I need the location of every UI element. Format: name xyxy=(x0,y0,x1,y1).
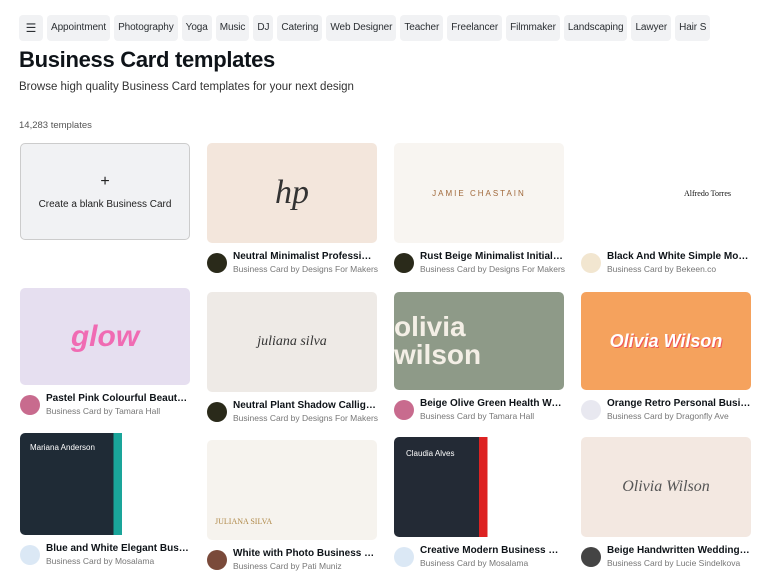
template-creator: Business Card by Lucie Sindelkova xyxy=(607,558,741,568)
template-thumbnail[interactable]: Mariana Anderson xyxy=(20,433,190,535)
thumbnail-text: glow xyxy=(70,319,140,353)
filter-chip[interactable]: Freelancer xyxy=(447,15,503,41)
creator-avatar xyxy=(394,399,414,420)
template-title[interactable]: Neutral Minimalist Profession... xyxy=(233,251,377,262)
create-blank-card[interactable]: + Create a blank Business Card xyxy=(20,143,190,240)
template-card[interactable]: glow Pastel Pink Colourful Beauty B... B… xyxy=(20,288,190,416)
template-count: 14,283 templates xyxy=(19,120,92,131)
template-card[interactable]: Olivia Wilson Beige Handwritten Wedding … xyxy=(581,437,751,568)
template-creator: Business Card by Pati Muniz xyxy=(233,561,342,571)
filter-chip[interactable]: DJ xyxy=(253,15,274,41)
template-card[interactable]: juliana silva Neutral Plant Shadow Calli… xyxy=(207,292,379,423)
template-card[interactable]: olivia wilson Beige Olive Green Health W… xyxy=(394,292,564,421)
template-creator: Business Card by Tamara Hall xyxy=(420,411,535,421)
template-thumbnail[interactable]: Olivia Wilson xyxy=(581,292,751,390)
template-creator: Business Card by Bekeen.co xyxy=(607,264,717,274)
creator-avatar xyxy=(207,252,227,273)
template-card[interactable]: Alfredo Torres Black And White Simple Mo… xyxy=(581,143,751,274)
creator-avatar xyxy=(394,252,414,273)
template-thumbnail[interactable]: glow xyxy=(20,288,190,385)
template-title[interactable]: Beige Olive Green Health Well... xyxy=(420,398,564,409)
thumbnail-text: Alfredo Torres xyxy=(683,188,731,198)
template-creator: Business Card by Dragonfly Ave xyxy=(607,411,729,421)
template-creator: Business Card by Mosalama xyxy=(46,556,155,566)
thumbnail-text: juliana silva xyxy=(257,334,327,349)
creator-avatar xyxy=(20,394,40,415)
template-thumbnail[interactable]: Olivia Wilson xyxy=(581,437,751,537)
filter-chip[interactable]: Web Designer xyxy=(326,15,397,41)
filter-chip[interactable]: Catering xyxy=(277,15,323,41)
filter-chip[interactable]: Lawyer xyxy=(631,15,672,41)
page-title: Business Card templates xyxy=(19,47,275,72)
template-title[interactable]: Orange Retro Personal Busine... xyxy=(607,398,751,409)
creator-avatar xyxy=(581,546,601,567)
template-card[interactable]: JAMIE CHASTAIN Rust Beige Minimalist Ini… xyxy=(394,143,566,274)
template-creator: Business Card by Designs For Makers xyxy=(420,264,566,274)
filter-chip[interactable]: Photography xyxy=(114,15,178,41)
filter-chip[interactable]: Teacher xyxy=(400,15,444,41)
template-thumbnail[interactable]: juliana silva xyxy=(207,292,377,392)
plus-icon: + xyxy=(100,173,110,190)
creator-avatar xyxy=(394,546,414,567)
thumbnail-text: olivia wilson xyxy=(394,311,482,370)
template-creator: Business Card by Designs For Makers xyxy=(233,264,379,274)
template-thumbnail[interactable]: JAMIE CHASTAIN xyxy=(394,143,564,243)
template-title[interactable]: Creative Modern Business Card xyxy=(420,545,564,556)
template-title[interactable]: Black And White Simple Moder... xyxy=(607,251,751,262)
filter-chips: ☰ Appointment Photography Yoga Music DJ … xyxy=(19,15,711,41)
thumbnail-text: JULIANA SILVA xyxy=(215,517,273,526)
template-creator: Business Card by Designs For Makers xyxy=(233,413,379,423)
filter-chip[interactable]: Appointment xyxy=(47,15,111,41)
template-creator: Business Card by Tamara Hall xyxy=(46,406,161,416)
creator-avatar xyxy=(207,401,227,422)
template-thumbnail[interactable]: hp xyxy=(207,143,377,243)
creator-avatar xyxy=(581,399,601,420)
filter-chip[interactable]: Landscaping xyxy=(563,15,628,41)
template-card[interactable]: JULIANA SILVA White with Photo Business … xyxy=(207,440,377,571)
template-thumbnail[interactable]: Claudia Alves xyxy=(394,437,564,537)
template-title[interactable]: White with Photo Business Car... xyxy=(233,548,377,559)
template-title[interactable]: Neutral Plant Shadow Calligra... xyxy=(233,400,377,411)
creator-avatar xyxy=(581,252,601,273)
filter-chip[interactable]: Hair S xyxy=(675,15,711,41)
filter-chip[interactable]: Music xyxy=(215,15,250,41)
template-title[interactable]: Beige Handwritten Wedding A... xyxy=(607,545,751,556)
template-card[interactable]: Mariana Anderson Blue and White Elegant … xyxy=(20,433,190,566)
filter-chip[interactable]: Filmmaker xyxy=(506,15,560,41)
template-card[interactable]: Claudia Alves Creative Modern Business C… xyxy=(394,437,564,568)
thumbnail-text: JAMIE CHASTAIN xyxy=(432,188,526,198)
page-subtitle: Browse high quality Business Card templa… xyxy=(19,81,354,93)
template-thumbnail[interactable]: olivia wilson xyxy=(394,292,564,390)
template-title[interactable]: Rust Beige Minimalist Initial Si... xyxy=(420,251,564,262)
filter-chip[interactable]: Yoga xyxy=(181,15,212,41)
template-creator: Business Card by Mosalama xyxy=(420,558,529,568)
filter-settings-icon[interactable]: ☰ xyxy=(19,15,43,41)
thumbnail-text: hp xyxy=(275,174,309,211)
template-card[interactable]: Olivia Wilson Orange Retro Personal Busi… xyxy=(581,292,751,421)
template-thumbnail[interactable]: Alfredo Torres xyxy=(581,143,751,243)
template-card[interactable]: hp Neutral Minimalist Profession... Busi… xyxy=(207,143,379,274)
thumbnail-text: Olivia Wilson xyxy=(622,478,710,495)
template-title[interactable]: Blue and White Elegant Busine... xyxy=(46,543,190,554)
template-title[interactable]: Pastel Pink Colourful Beauty B... xyxy=(46,393,190,404)
template-thumbnail[interactable]: JULIANA SILVA xyxy=(207,440,377,540)
thumbnail-text: Mariana Anderson xyxy=(30,443,95,452)
creator-avatar xyxy=(207,549,227,570)
creator-avatar xyxy=(20,544,40,565)
thumbnail-text: Olivia Wilson xyxy=(609,330,723,351)
create-blank-label: Create a blank Business Card xyxy=(38,199,172,210)
thumbnail-text: Claudia Alves xyxy=(406,449,455,458)
